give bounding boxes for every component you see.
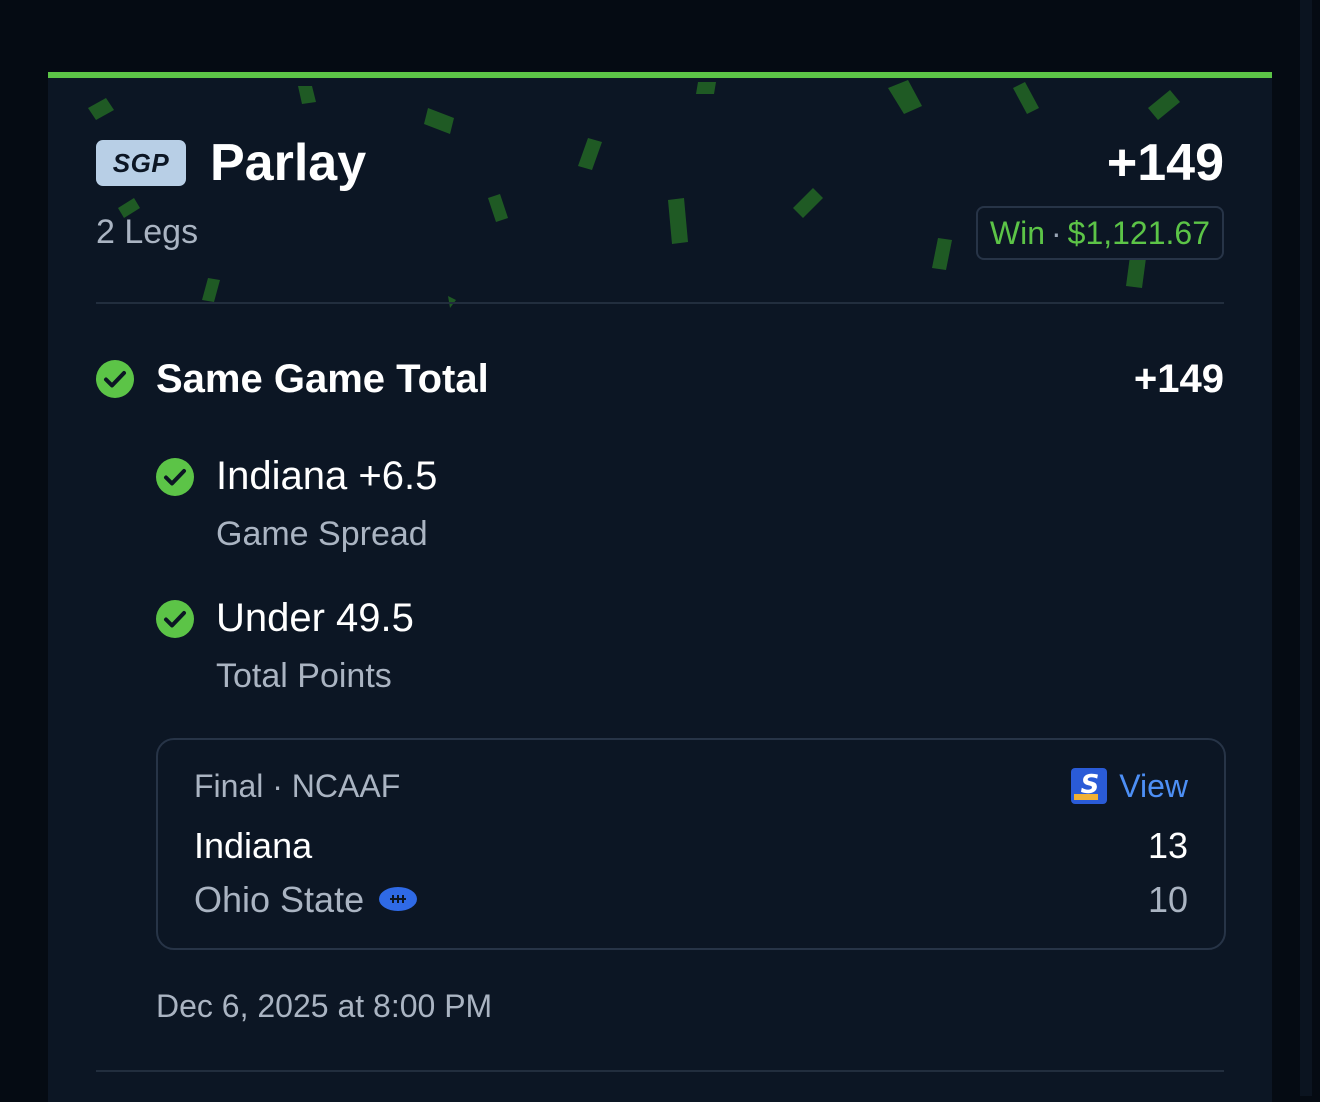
payout-amount: $1,121.67: [1067, 215, 1210, 251]
bet-odds: +149: [1106, 134, 1224, 192]
legs-count: 2 Legs: [96, 213, 199, 251]
bet-header: SGP Parlay +149 2 Legs Win · $1,121.67: [96, 132, 1224, 262]
svg-text:S: S: [1081, 770, 1100, 800]
team-row: Ohio State 10: [194, 878, 1188, 922]
view-game-link[interactable]: S View: [1071, 766, 1188, 806]
bet-placed-date: Dec 6, 2025 at 8:00 PM: [156, 988, 493, 1024]
win-payout-badge: Win · $1,121.67: [975, 206, 1224, 260]
football-icon: [379, 887, 418, 912]
leg-selection: Under 49.5: [216, 596, 414, 640]
score-app-logo-icon: S: [1071, 768, 1108, 804]
team-score: 10: [1147, 879, 1188, 920]
check-circle-icon: [156, 600, 194, 638]
team-name: Ohio State: [194, 879, 365, 920]
leg-selection: Indiana +6.5: [216, 454, 438, 498]
team-name-with-icon: Ohio State: [194, 878, 418, 922]
team-row: Indiana 13: [194, 824, 1188, 868]
result-label: Win: [989, 215, 1045, 251]
result-separator: ·: [1050, 215, 1062, 251]
game-status: Final · NCAAF: [194, 768, 401, 804]
check-circle-icon: [156, 458, 194, 496]
sgp-badge: SGP: [96, 140, 186, 186]
bet-card[interactable]: SGP Parlay +149 2 Legs Win · $1,121.67 Sam…: [48, 72, 1272, 1102]
sgp-group-title: Same Game Total: [156, 357, 489, 401]
check-circle-icon: [96, 360, 134, 398]
footer-divider: [96, 1070, 1224, 1072]
leg-market: Total Points: [216, 657, 392, 695]
game-score-card[interactable]: Final · NCAAF S View Indiana 13 Ohio Sta…: [156, 738, 1226, 950]
view-link-label: View: [1119, 767, 1188, 804]
team-name: Indiana: [194, 825, 313, 866]
header-divider: [96, 302, 1224, 304]
bet-title: Parlay: [210, 134, 367, 192]
leg-market: Game Spread: [216, 515, 428, 553]
sgp-group-odds: +149: [1133, 357, 1224, 401]
window-edge: [1300, 0, 1312, 1096]
team-score: 13: [1147, 825, 1188, 866]
